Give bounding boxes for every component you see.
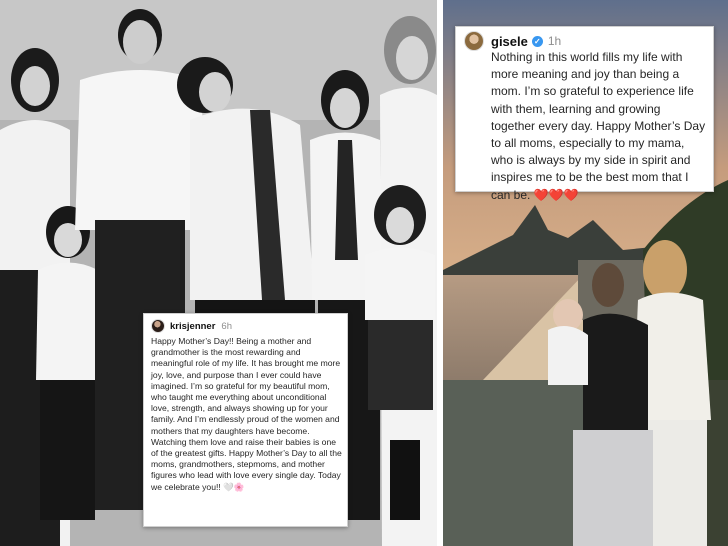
username[interactable]: krisjenner: [170, 321, 215, 332]
beach-photo-panel: gisele ✓ 1h Nothing in this world fills …: [443, 0, 728, 546]
gisele-caption-card: gisele ✓ 1h Nothing in this world fills …: [455, 26, 714, 202]
verified-badge-icon: ✓: [531, 35, 543, 47]
caption-header: krisjenner 6h: [151, 319, 232, 333]
username[interactable]: gisele: [491, 34, 528, 49]
family-photo-panel: krisjenner 6h Happy Mother’s Day!! Being…: [0, 0, 437, 546]
kris-jenner-caption-card: krisjenner 6h Happy Mother’s Day!! Being…: [143, 313, 348, 527]
caption-text: Happy Mother’s Day!! Being a mother and …: [151, 336, 342, 492]
caption-header: gisele ✓ 1h: [464, 31, 561, 51]
caption-text: Nothing in this world fills my life with…: [491, 50, 706, 202]
post-age: 6h: [221, 320, 232, 332]
avatar-icon[interactable]: [151, 319, 165, 333]
post-age: 1h: [547, 34, 562, 48]
avatar-icon[interactable]: [464, 31, 484, 51]
